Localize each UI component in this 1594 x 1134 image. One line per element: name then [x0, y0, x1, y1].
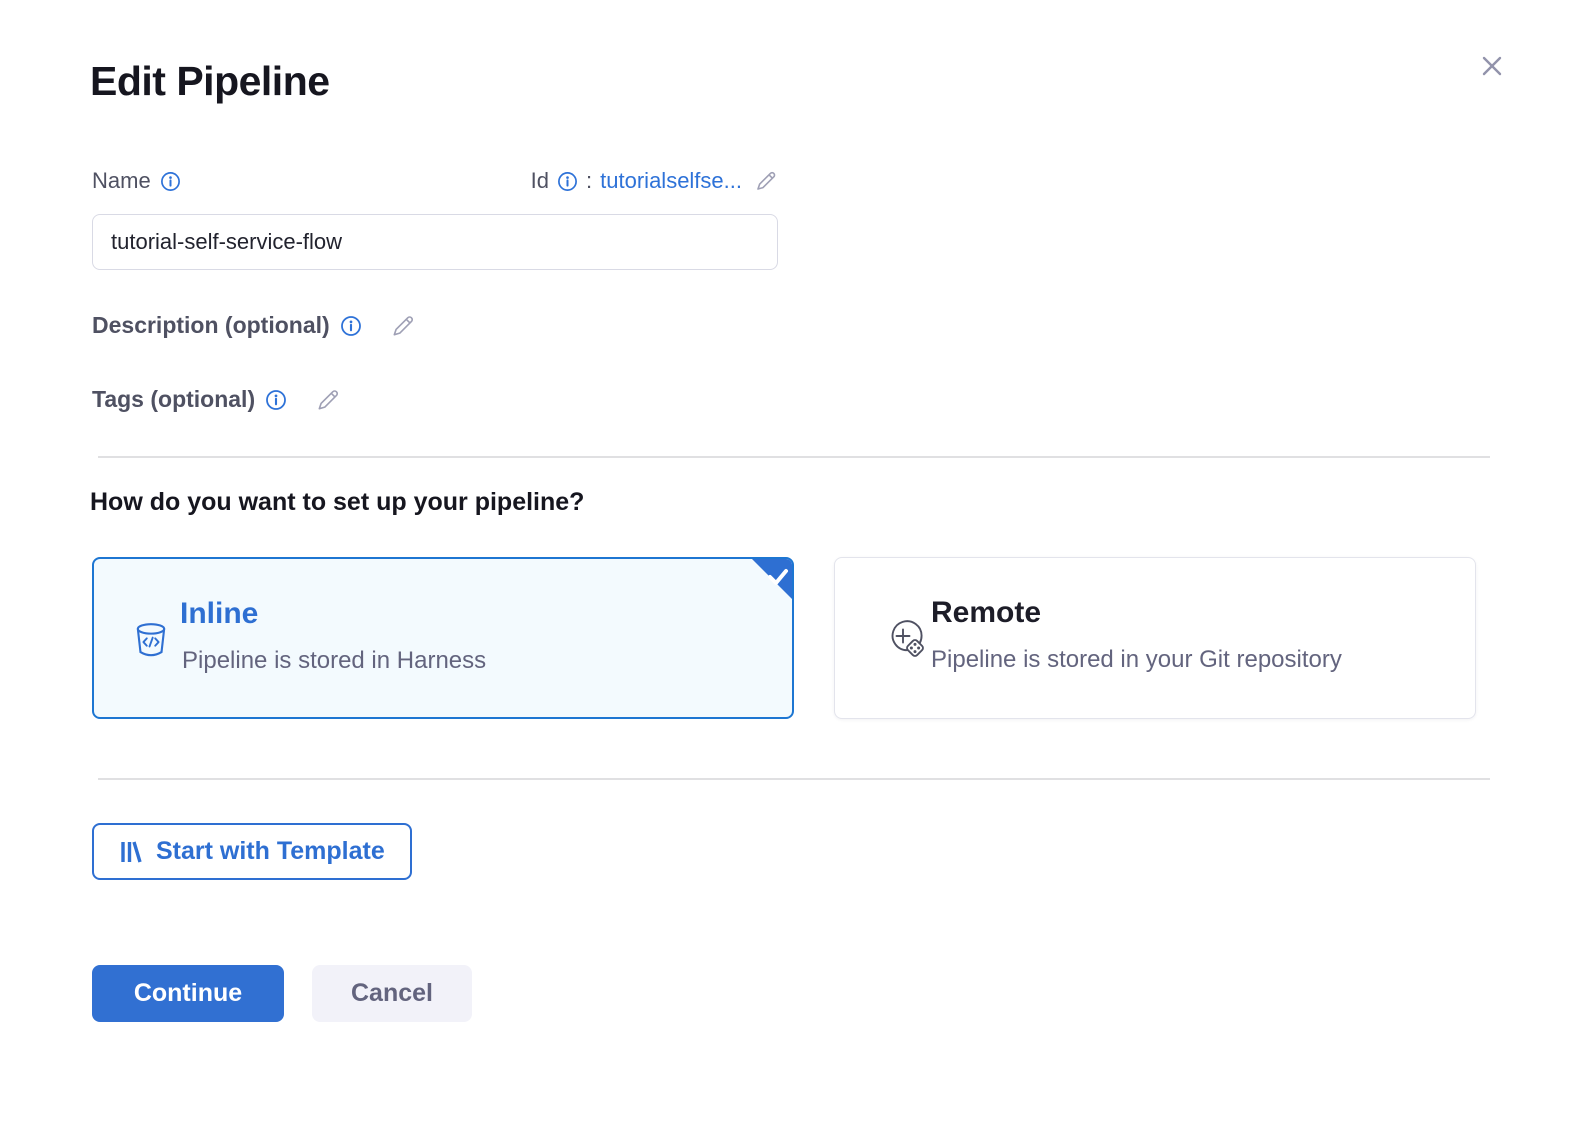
- tags-row: Tags (optional): [92, 386, 341, 413]
- template-library-icon: [119, 839, 143, 865]
- pipeline-name-input[interactable]: [92, 214, 778, 270]
- page-title: Edit Pipeline: [90, 58, 330, 105]
- store-option-title: Remote: [931, 596, 1041, 630]
- setup-question-heading: How do you want to set up your pipeline?: [90, 488, 584, 517]
- id-separator: :: [586, 168, 592, 194]
- divider: [98, 778, 1490, 780]
- id-group: Id : tutorialselfse...: [531, 168, 778, 194]
- description-label: Description (optional): [92, 312, 330, 339]
- store-option-description: Pipeline is stored in Harness: [182, 647, 486, 675]
- id-label: Id: [531, 168, 549, 194]
- name-id-row: Name Id : tutorialselfse...: [92, 168, 778, 194]
- info-icon[interactable]: [557, 171, 578, 192]
- store-option-title: Inline: [180, 597, 258, 631]
- cancel-button[interactable]: Cancel: [312, 965, 472, 1022]
- info-icon[interactable]: [340, 315, 362, 337]
- edit-pencil-icon[interactable]: [390, 313, 416, 339]
- name-label: Name: [92, 168, 151, 194]
- edit-pipeline-dialog: Edit Pipeline Name Id :: [0, 0, 1594, 1134]
- remote-git-icon: [881, 614, 929, 662]
- inline-bucket-code-icon: [133, 621, 169, 661]
- start-with-template-button[interactable]: Start with Template: [92, 823, 412, 880]
- divider: [98, 456, 1490, 458]
- selected-check-icon: [751, 558, 793, 600]
- edit-pencil-icon[interactable]: [315, 387, 341, 413]
- info-icon[interactable]: [265, 389, 287, 411]
- store-option-inline[interactable]: Inline Pipeline is stored in Harness: [92, 557, 794, 719]
- close-icon[interactable]: [1472, 46, 1512, 86]
- name-label-group: Name: [92, 168, 181, 194]
- edit-pencil-icon[interactable]: [754, 169, 778, 193]
- start-with-template-label: Start with Template: [156, 837, 385, 866]
- tags-label: Tags (optional): [92, 386, 255, 413]
- store-option-remote[interactable]: Remote Pipeline is stored in your Git re…: [834, 557, 1476, 719]
- continue-button[interactable]: Continue: [92, 965, 284, 1022]
- info-icon[interactable]: [160, 171, 181, 192]
- store-option-description: Pipeline is stored in your Git repositor…: [931, 646, 1342, 674]
- pipeline-id-link[interactable]: tutorialselfse...: [600, 168, 742, 194]
- description-row: Description (optional): [92, 312, 416, 339]
